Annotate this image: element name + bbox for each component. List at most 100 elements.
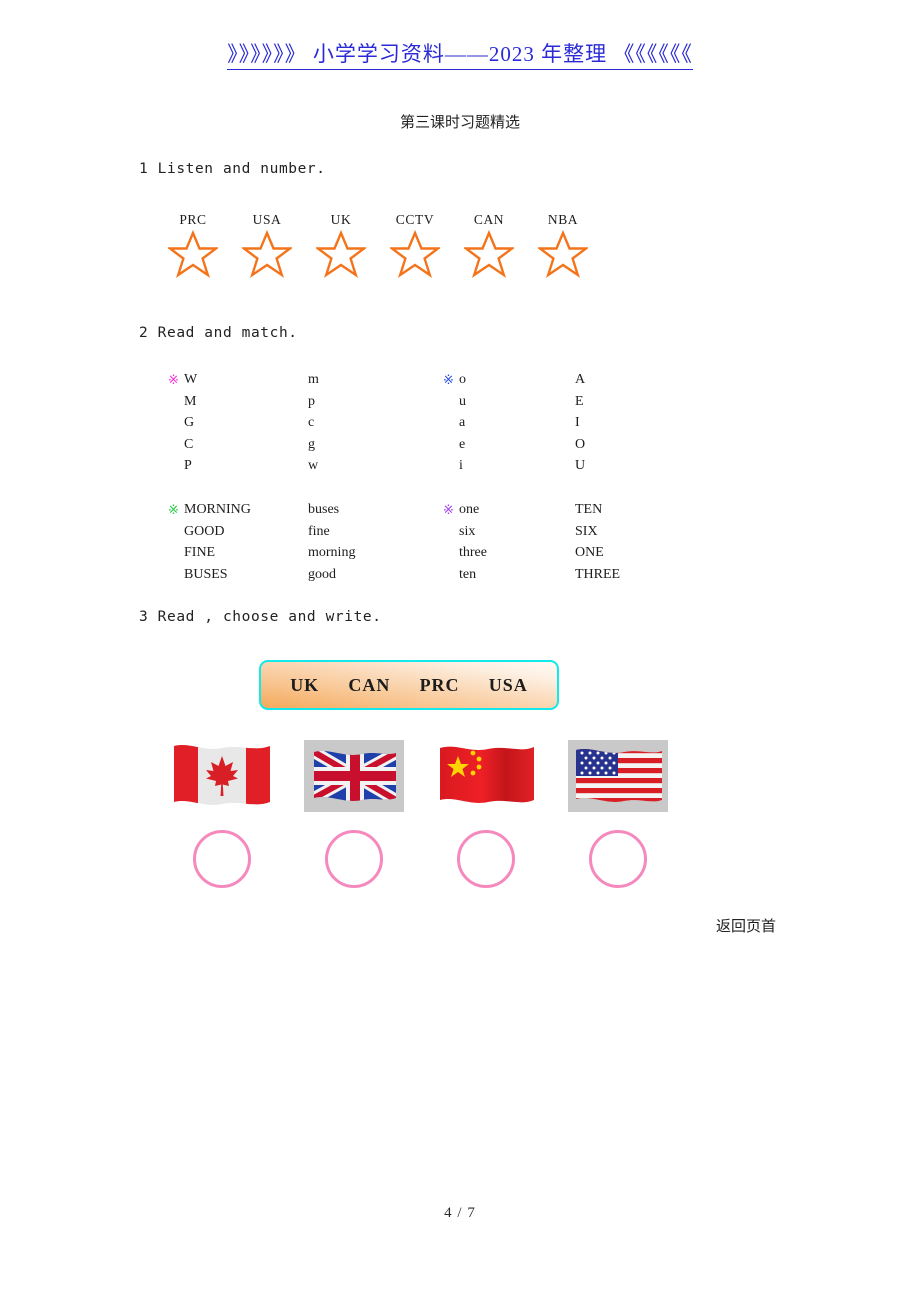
flag-row	[172, 737, 668, 815]
answer-circle[interactable]	[325, 830, 383, 888]
bullet-spacer: ※	[443, 416, 459, 429]
match-column-lowercase-numbers: ※one ※six ※three ※ten	[443, 499, 563, 585]
star-outline-icon	[240, 229, 294, 283]
match-item[interactable]: U	[563, 455, 693, 477]
page-title: 第三课时习题精选	[399, 115, 520, 131]
star-item-cctv[interactable]: CCTV	[388, 212, 442, 283]
match-item-label: ten	[459, 566, 477, 582]
bullet-spacer: ※	[168, 459, 184, 472]
match-item[interactable]: ※ten	[443, 564, 563, 586]
star-item-prc[interactable]: PRC	[166, 212, 220, 283]
match-item[interactable]: w	[298, 455, 443, 477]
match-item-label: P	[184, 458, 192, 473]
match-item[interactable]: buses	[298, 499, 443, 521]
star-item-usa[interactable]: USA	[240, 212, 294, 283]
bullet-spacer: ※	[443, 459, 459, 472]
uk-flag	[304, 740, 404, 812]
match-item[interactable]: c	[298, 412, 443, 434]
match-item[interactable]: ※e	[443, 434, 563, 456]
match-group-words: ※MORNING ※GOOD ※FINE ※BUSES buses fine m…	[168, 499, 693, 585]
section-1-heading: 1 Listen and number.	[139, 161, 326, 177]
word-bank-item-prc[interactable]: PRC	[420, 675, 460, 696]
match-item[interactable]: ※ o	[443, 369, 563, 391]
match-item[interactable]: ※ W	[168, 369, 298, 391]
asterisk-bullet-icon: ※	[168, 372, 179, 388]
word-bank-box: UK CAN PRC USA	[259, 660, 559, 710]
match-item[interactable]: ※BUSES	[168, 564, 298, 586]
match-item[interactable]: ※six	[443, 521, 563, 543]
star-outline-icon	[536, 229, 590, 283]
match-item[interactable]: SIX	[563, 521, 693, 543]
answer-circle[interactable]	[193, 830, 251, 888]
answer-circle-cell-4	[568, 830, 668, 888]
match-item[interactable]: ※u	[443, 391, 563, 413]
match-item[interactable]: good	[298, 564, 443, 586]
asterisk-bullet-icon: ※	[443, 502, 454, 518]
canada-flag	[174, 745, 270, 805]
match-item-label: i	[459, 458, 463, 473]
match-item-label: W	[184, 372, 198, 387]
match-item[interactable]: ※ MORNING	[168, 499, 298, 521]
match-item[interactable]: ※P	[168, 455, 298, 477]
document-page: 》》》》》》 小学学习资料——2023 年整理 《《《《《《 第三课时习题精选 …	[0, 0, 920, 1302]
match-item[interactable]: ※M	[168, 391, 298, 413]
bullet-spacer: ※	[443, 438, 459, 451]
match-item[interactable]: O	[563, 434, 693, 456]
match-column-lowercase-left: m p c g w	[298, 369, 443, 477]
match-group-letters: ※W ※M ※G ※C ※P m p c g w ※o	[168, 369, 693, 477]
asterisk-bullet-icon: ※	[168, 502, 179, 518]
match-item[interactable]: ※a	[443, 412, 563, 434]
match-item[interactable]: A	[563, 369, 693, 391]
section-2-heading: 2 Read and match.	[139, 325, 298, 341]
match-item[interactable]: m	[298, 369, 443, 391]
flag-cell-uk	[304, 737, 404, 815]
match-item[interactable]: ONE	[563, 542, 693, 564]
match-item[interactable]: morning	[298, 542, 443, 564]
match-item[interactable]: ※G	[168, 412, 298, 434]
star-item-nba[interactable]: NBA	[536, 212, 590, 283]
match-item[interactable]: ※C	[168, 434, 298, 456]
star-item-can[interactable]: CAN	[462, 212, 516, 283]
match-item[interactable]: ※ one	[443, 499, 563, 521]
bullet-spacer: ※	[168, 525, 184, 538]
match-item[interactable]: I	[563, 412, 693, 434]
match-column-uppercase-words-left: ※MORNING ※GOOD ※FINE ※BUSES	[168, 499, 298, 585]
match-item[interactable]: ※three	[443, 542, 563, 564]
bullet-spacer: ※	[168, 438, 184, 451]
match-item[interactable]: g	[298, 434, 443, 456]
answer-circle-cell-3	[436, 830, 536, 888]
word-bank-item-uk[interactable]: UK	[290, 675, 319, 696]
match-item[interactable]: p	[298, 391, 443, 413]
match-item-label: three	[459, 545, 487, 560]
word-bank-item-usa[interactable]: USA	[489, 675, 528, 696]
answer-circle[interactable]	[457, 830, 515, 888]
page-header-banner: 》》》》》》 小学学习资料——2023 年整理 《《《《《《	[0, 38, 920, 70]
star-item-uk[interactable]: UK	[314, 212, 368, 283]
match-item[interactable]: E	[563, 391, 693, 413]
match-item-label: G	[184, 415, 195, 430]
match-item[interactable]: ※i	[443, 455, 563, 477]
bullet-spacer: ※	[443, 525, 459, 538]
match-item-label: e	[459, 436, 466, 452]
bullet-spacer: ※	[443, 395, 459, 408]
flag-cell-china	[436, 737, 536, 815]
answer-circle[interactable]	[589, 830, 647, 888]
back-to-top-link[interactable]: 返回页首	[716, 915, 776, 936]
match-item[interactable]: ※FINE	[168, 542, 298, 564]
match-item[interactable]: TEN	[563, 499, 693, 521]
answer-circle-cell-2	[304, 830, 404, 888]
match-item-label: u	[459, 393, 466, 409]
star-label: NBA	[547, 212, 579, 227]
match-item[interactable]: fine	[298, 521, 443, 543]
bullet-spacer: ※	[443, 546, 459, 559]
match-item-label: C	[184, 436, 194, 452]
bullet-spacer: ※	[168, 395, 184, 408]
word-bank-item-can[interactable]: CAN	[348, 675, 390, 696]
match-column-uppercase-left: ※W ※M ※G ※C ※P	[168, 369, 298, 477]
match-column-uppercase-right: A E I O U	[563, 369, 693, 477]
match-item-label: MORNING	[184, 502, 251, 517]
match-item[interactable]: ※GOOD	[168, 521, 298, 543]
star-outline-icon	[314, 229, 368, 283]
answer-circle-cell-1	[172, 830, 272, 888]
match-item[interactable]: THREE	[563, 564, 693, 586]
